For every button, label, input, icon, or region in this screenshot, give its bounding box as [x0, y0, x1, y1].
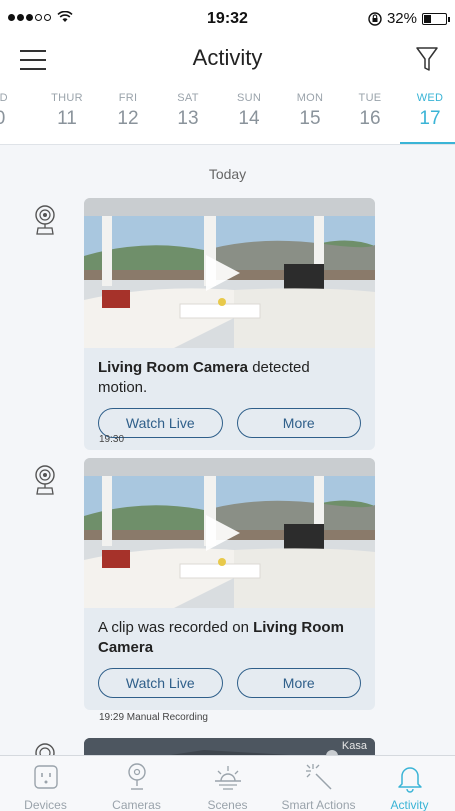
- date-number: 11: [57, 108, 77, 129]
- date-number: 14: [238, 108, 260, 129]
- tab-cameras[interactable]: Cameras: [91, 756, 182, 811]
- date-day: WED: [416, 92, 444, 104]
- night-thumbnail: [84, 738, 375, 756]
- tab-label: Activity: [390, 798, 429, 811]
- date-day: TUE: [358, 92, 382, 104]
- date-item[interactable]: ED 0: [0, 92, 28, 130]
- selected-date-underline: [400, 142, 455, 144]
- date-day: SUN: [236, 92, 262, 104]
- event-actions: Watch Live More: [84, 398, 375, 450]
- tab-scenes[interactable]: Scenes: [182, 756, 273, 811]
- tab-label: Cameras: [112, 798, 161, 811]
- hamburger-menu-icon[interactable]: [20, 50, 46, 70]
- event-message-text: A clip was recorded on: [98, 619, 254, 636]
- date-day: FRI: [118, 92, 138, 104]
- outlet-plug-icon: [33, 765, 58, 789]
- event-card: A clip was recorded on Living Room Camer…: [84, 458, 375, 710]
- more-button[interactable]: More: [236, 408, 361, 438]
- date-strip[interactable]: ED 0 THUR 11 FRI 12 SAT 13 SUN 14 MON 15…: [0, 80, 455, 145]
- magic-wand-icon: [305, 764, 332, 790]
- date-item[interactable]: FRI 12: [100, 92, 156, 130]
- date-item[interactable]: SAT 13: [160, 92, 216, 130]
- event-actions: Watch Live More: [84, 658, 375, 710]
- battery-fill: [424, 14, 431, 23]
- date-number: 13: [177, 108, 199, 129]
- camera-icon: [35, 743, 55, 756]
- date-day: SAT: [177, 92, 199, 104]
- play-icon[interactable]: [202, 513, 242, 553]
- header: Activity: [0, 38, 455, 80]
- tab-bar: Devices Cameras Scenes Smart Actions Act…: [0, 755, 455, 811]
- date-number: 12: [117, 108, 139, 129]
- camera-icon: [35, 465, 55, 495]
- watch-live-button[interactable]: Watch Live: [98, 668, 223, 698]
- camera-icon: [127, 763, 146, 790]
- date-item[interactable]: SUN 14: [221, 92, 277, 130]
- tab-label: Scenes: [207, 798, 248, 811]
- bell-icon: [397, 767, 422, 793]
- date-day: MON: [296, 92, 324, 104]
- date-number: 17: [419, 108, 441, 129]
- funnel-filter-icon[interactable]: [415, 45, 439, 73]
- video-thumbnail[interactable]: [84, 458, 375, 608]
- camera-icon: [35, 205, 55, 235]
- event-timestamp: 19:30: [99, 434, 125, 445]
- section-label-today: Today: [208, 166, 247, 182]
- event-message: Living Room Camera detected motion.: [84, 348, 375, 398]
- tab-label: Smart Actions: [281, 798, 356, 811]
- battery-percent: 32%: [386, 10, 417, 27]
- status-bar: 19:32 32%: [0, 0, 455, 38]
- date-item[interactable]: TUE 16: [342, 92, 398, 130]
- more-button[interactable]: More: [236, 668, 361, 698]
- date-day: THUR: [51, 92, 83, 104]
- date-number: 0: [0, 108, 28, 130]
- orientation-lock-icon: [368, 11, 382, 26]
- date-item[interactable]: THUR 11: [39, 92, 95, 130]
- date-item-selected[interactable]: WED 17: [402, 92, 455, 130]
- tab-activity[interactable]: Activity: [364, 756, 455, 811]
- device-name: Living Room Camera: [98, 359, 249, 376]
- date-item[interactable]: MON 15: [282, 92, 338, 130]
- page-title: Activity: [192, 45, 263, 70]
- event-message: A clip was recorded on Living Room Camer…: [84, 608, 375, 658]
- event-card-partial[interactable]: Kasa: [84, 738, 375, 756]
- tab-smart-actions[interactable]: Smart Actions: [273, 756, 364, 811]
- battery-icon: [422, 12, 450, 25]
- video-thumbnail[interactable]: [84, 198, 375, 348]
- tab-label: Devices: [24, 798, 67, 811]
- play-icon[interactable]: [202, 253, 242, 293]
- status-right: 32%: [368, 10, 450, 27]
- date-number: 15: [299, 108, 321, 129]
- date-number: 16: [359, 108, 381, 129]
- tab-devices[interactable]: Devices: [0, 756, 91, 811]
- activity-feed[interactable]: Today Living Room Camera detected motion…: [0, 146, 455, 756]
- kasa-watermark: Kasa: [341, 740, 367, 752]
- sunrise-icon: [214, 766, 241, 790]
- event-timestamp: 19:29 Manual Recording: [99, 712, 208, 723]
- date-day: ED: [0, 92, 8, 104]
- event-card: Living Room Camera detected motion. Watc…: [84, 198, 375, 450]
